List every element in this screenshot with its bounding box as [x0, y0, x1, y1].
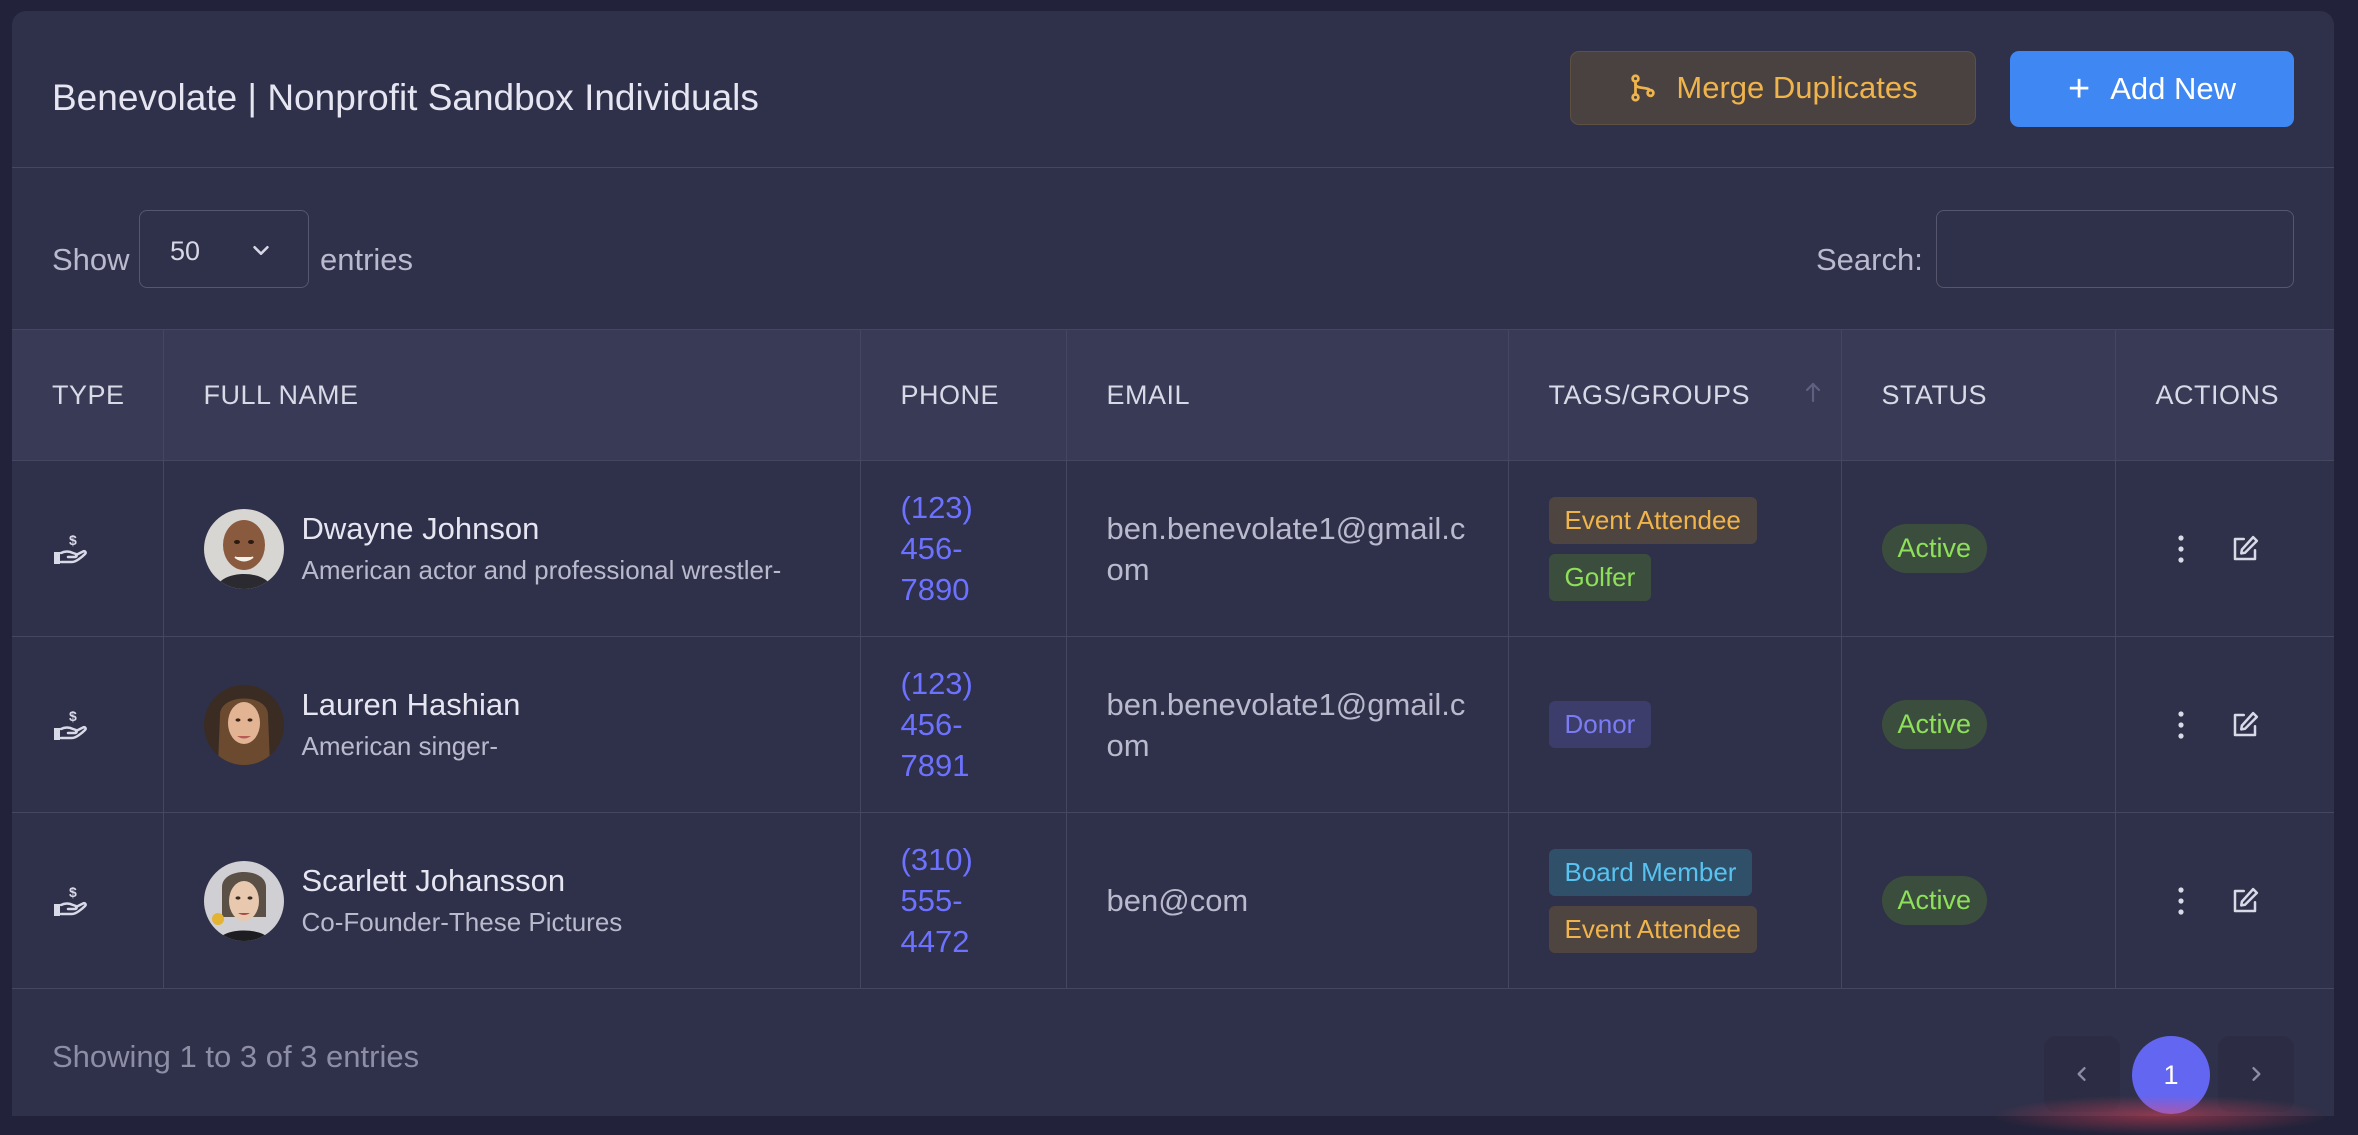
merge-duplicates-label: Merge Duplicates	[1676, 70, 1918, 105]
type-cell: $	[12, 812, 164, 989]
status-badge: Active	[1881, 700, 1988, 749]
status-badge: Active	[1881, 524, 1988, 573]
pagination: 1	[12, 1026, 2334, 1116]
column-header-actions: ACTIONS	[2115, 329, 2334, 461]
card-header: Benevolate | Nonprofit Sandbox Individua…	[12, 11, 2334, 168]
status-badge: Active	[1881, 876, 1988, 925]
email-text: ben@com	[1106, 883, 1249, 918]
tags-cell: Board Member Event Attendee	[1508, 812, 1842, 989]
avatar	[203, 860, 284, 941]
tag-badge: Event Attendee	[1548, 905, 1757, 953]
show-label: Show	[52, 242, 130, 277]
person-name[interactable]: Scarlett Johansson	[302, 863, 623, 899]
more-vertical-icon[interactable]	[2176, 534, 2186, 564]
actions-cell	[2115, 636, 2334, 813]
table-row[interactable]: $	[12, 460, 2334, 637]
more-vertical-icon[interactable]	[2176, 710, 2186, 740]
individuals-card: Benevolate | Nonprofit Sandbox Individua…	[12, 11, 2334, 1116]
person-description: American actor and professional wrestler…	[301, 555, 782, 585]
full-name-cell: Dwayne Johnson American actor and profes…	[163, 460, 861, 637]
donor-hand-icon: $	[54, 532, 87, 564]
donor-hand-icon: $	[54, 884, 87, 916]
corner-glow	[1990, 1095, 2330, 1135]
sort-arrow-up-icon	[1805, 382, 1820, 403]
more-vertical-icon[interactable]	[2176, 886, 2186, 916]
tags-list: Event Attendee Golfer	[1548, 496, 1841, 601]
phone-link[interactable]: (310) 555-4472	[901, 839, 991, 962]
person-name[interactable]: Lauren Hashian	[302, 687, 521, 723]
avatar	[203, 508, 284, 589]
avatar	[203, 684, 284, 765]
column-header-tags-groups-label: TAGS/GROUPS	[1548, 379, 1751, 410]
table-row[interactable]: $	[12, 812, 2334, 989]
phone-link[interactable]: (123) 456-7890	[901, 487, 991, 610]
chevron-left-icon	[2077, 1067, 2086, 1081]
edit-icon[interactable]	[2230, 534, 2260, 564]
chevron-down-icon	[253, 245, 269, 255]
add-new-label: Add New	[2110, 71, 2236, 106]
tag-badge: Board Member	[1548, 848, 1753, 896]
table-controls: Show 50 entries Search:	[12, 168, 2334, 329]
donor-hand-icon: $	[54, 708, 87, 740]
tags-list: Board Member Event Attendee	[1548, 848, 1841, 953]
phone-cell: (123) 456-7891	[860, 636, 1067, 813]
email-text: ben.benevolate1@gmail.com	[1106, 686, 1466, 763]
edit-icon[interactable]	[2230, 886, 2260, 916]
email-cell: ben@com	[1066, 812, 1509, 989]
actions-cell	[2115, 812, 2334, 989]
phone-link[interactable]: (123) 456-7891	[901, 663, 991, 786]
table-row[interactable]: $	[12, 636, 2334, 813]
chevron-right-icon	[2252, 1067, 2261, 1081]
email-text: ben.benevolate1@gmail.com	[1106, 510, 1466, 587]
svg-text:$: $	[69, 708, 77, 724]
tags-list: Donor	[1548, 701, 1841, 748]
tags-cell: Event Attendee Golfer	[1508, 460, 1842, 637]
status-cell: Active	[1841, 460, 2116, 637]
full-name-cell: Scarlett Johansson Co-Founder-These Pict…	[163, 812, 861, 989]
page-title: Benevolate | Nonprofit Sandbox Individua…	[52, 77, 759, 118]
edit-icon[interactable]	[2230, 710, 2260, 740]
full-name-cell: Lauren Hashian American singer-	[163, 636, 861, 813]
merge-duplicates-button[interactable]: Merge Duplicates	[1570, 51, 1976, 125]
plus-icon: +	[2068, 68, 2091, 110]
phone-cell: (310) 555-4472	[860, 812, 1067, 989]
column-header-phone[interactable]: PHONE	[860, 329, 1067, 461]
actions-cell	[2115, 460, 2334, 637]
column-header-type[interactable]: TYPE	[12, 329, 164, 461]
column-header-tags-groups[interactable]: TAGS/GROUPS	[1508, 329, 1842, 461]
table-header-row: TYPE FULL NAME PHONE EMAIL TAGS/GROUPS S…	[12, 329, 2334, 461]
person-description: Co-Founder-These Pictures	[301, 907, 623, 937]
status-cell: Active	[1841, 812, 2116, 989]
entries-label: entries	[320, 242, 414, 277]
svg-text:$: $	[69, 884, 77, 900]
individuals-table: TYPE FULL NAME PHONE EMAIL TAGS/GROUPS S…	[12, 329, 2334, 989]
status-cell: Active	[1841, 636, 2116, 813]
phone-cell: (123) 456-7890	[860, 460, 1067, 637]
merge-icon	[1631, 74, 1656, 102]
person-name[interactable]: Dwayne Johnson	[302, 511, 782, 547]
column-header-email[interactable]: EMAIL	[1066, 329, 1509, 461]
type-cell: $	[12, 636, 164, 813]
tag-badge: Donor	[1548, 701, 1652, 748]
tag-badge: Golfer	[1548, 553, 1652, 601]
email-cell: ben.benevolate1@gmail.com	[1066, 636, 1509, 813]
page-size-value: 50	[170, 236, 201, 266]
page-size-select[interactable]: 50	[139, 210, 309, 288]
svg-text:$: $	[69, 532, 77, 548]
tag-badge: Event Attendee	[1548, 496, 1757, 544]
person-description: American singer-	[301, 731, 499, 761]
search-input[interactable]	[1936, 210, 2294, 288]
type-cell: $	[12, 460, 164, 637]
column-header-status[interactable]: STATUS	[1841, 329, 2116, 461]
tags-cell: Donor	[1508, 636, 1842, 813]
search-label: Search:	[1816, 242, 1923, 277]
column-header-full-name[interactable]: FULL NAME	[163, 329, 861, 461]
email-cell: ben.benevolate1@gmail.com	[1066, 460, 1509, 637]
add-new-button[interactable]: + Add New	[2010, 51, 2294, 127]
